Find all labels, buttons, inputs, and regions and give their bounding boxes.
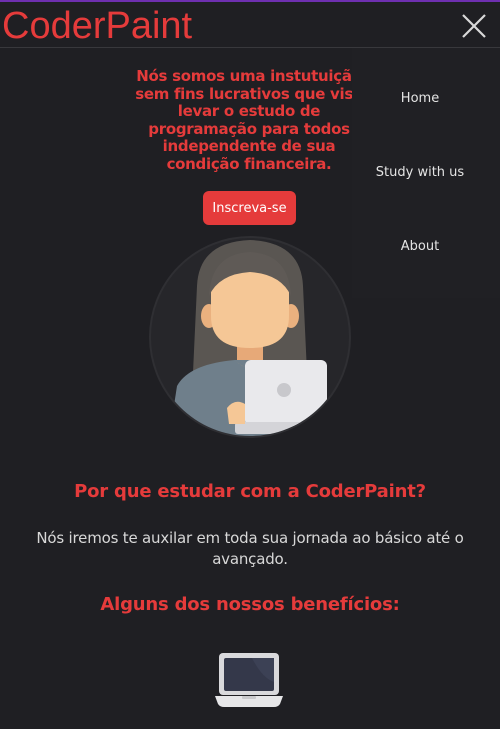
nav-menu: Home Study with us About	[352, 48, 500, 298]
nav-item-study-with-us[interactable]: Study with us	[352, 165, 488, 180]
site-header: CoderPaint	[0, 2, 500, 48]
why-description: Nós iremos te auxilar em toda sua jornad…	[36, 529, 464, 568]
signup-button[interactable]: Inscreva-se	[203, 191, 296, 225]
nav-item-home[interactable]: Home	[352, 91, 488, 106]
hero-text-area: Nós somos uma instutuição sem fins lucra…	[0, 48, 352, 198]
hero-description: Nós somos uma instutuição sem fins lucra…	[135, 67, 352, 173]
site-logo[interactable]: CoderPaint	[2, 4, 192, 48]
laptop-icon	[215, 653, 283, 707]
close-icon[interactable]	[458, 10, 490, 42]
nav-item-about[interactable]: About	[352, 239, 488, 254]
why-title: Por que estudar com a CoderPaint?	[74, 481, 426, 502]
benefits-title: Alguns dos nossos benefícios:	[100, 594, 400, 615]
student-illustration	[149, 236, 351, 438]
